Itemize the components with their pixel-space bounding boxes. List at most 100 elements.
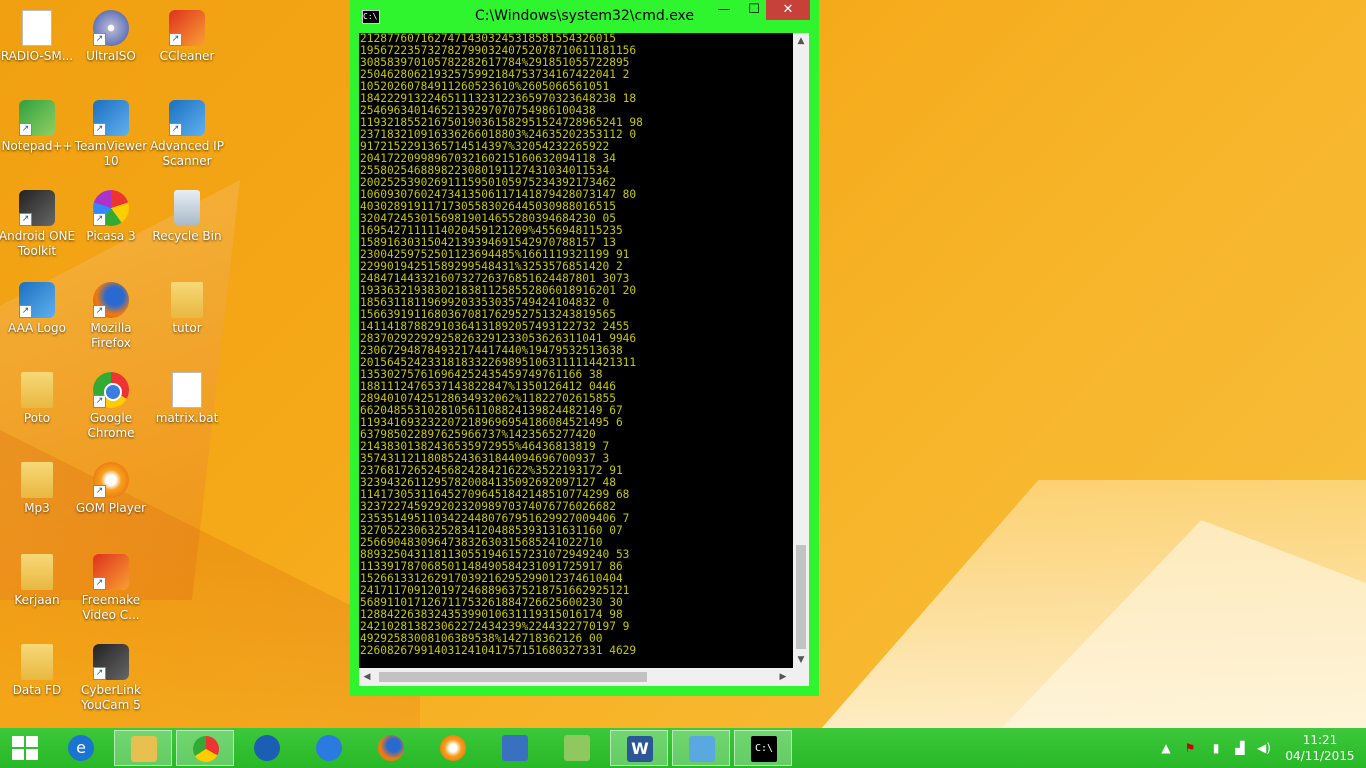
desktop-icon-google-chrome[interactable]: ↗ Google Chrome (71, 372, 151, 441)
notepadpp-icon: ↗ (19, 100, 55, 136)
taskbar-google-chrome[interactable] (176, 730, 234, 766)
scroll-left-icon[interactable]: ◀ (359, 668, 375, 686)
desktop-icon-label: GOM Player (75, 501, 147, 515)
aaa-logo-icon: ↗ (19, 282, 55, 318)
taskbar-app-blue-1[interactable] (238, 730, 296, 766)
taskbar-app-blue-2[interactable] (300, 730, 358, 766)
desktop-icon-label: RADIO-SM... (0, 49, 74, 63)
desktop-icon-label: Picasa 3 (86, 229, 136, 243)
taskbar-photos-app[interactable] (548, 730, 606, 766)
desktop-icon-mp3[interactable]: Mp3 (0, 462, 77, 516)
desktop-icon-label: Data FD (12, 683, 62, 697)
desktop-icon-matrix-bat[interactable]: matrix.bat (147, 372, 227, 426)
ip-scanner-icon: ↗ (169, 100, 205, 136)
desktop-icon-label: Notepad++ (1, 139, 73, 153)
desktop-icon-radio[interactable]: RADIO-SM... (0, 10, 77, 64)
internet-explorer-icon: e (68, 735, 94, 761)
power-icon[interactable]: ▮ (1206, 728, 1226, 768)
taskbar-cmd[interactable]: C:\ (734, 730, 792, 766)
desktop-icon-notepadpp[interactable]: ↗ Notepad++ (0, 100, 77, 154)
taskbar-internet-explorer[interactable]: e (52, 730, 110, 766)
desktop-icon-label: CyberLink YouCam 5 (81, 683, 141, 712)
taskbar-network-app[interactable] (486, 730, 544, 766)
wallpaper-shape (1000, 520, 1366, 730)
chrome-icon: ↗ (93, 372, 129, 408)
desktop-icon-aaa-logo[interactable]: ↗ AAA Logo (0, 282, 77, 336)
folder-icon (171, 282, 203, 318)
desktop-icon-teamviewer[interactable]: ↗ TeamViewer 10 (71, 100, 151, 169)
photos-icon (564, 735, 590, 761)
desktop-icon-label: Recycle Bin (152, 229, 222, 243)
taskbar-firefox[interactable] (362, 730, 420, 766)
desktop-icon-recycle-bin[interactable]: Recycle Bin (147, 190, 227, 244)
taskbar-file-explorer[interactable] (114, 730, 172, 766)
maximize-button[interactable]: ☐ (740, 0, 768, 20)
ccleaner-icon: ↗ (169, 10, 205, 46)
desktop-icon-kerjaan[interactable]: Kerjaan (0, 554, 77, 608)
desktop-icon-label: Google Chrome (87, 411, 135, 440)
freemake-icon: ↗ (93, 554, 129, 590)
desktop-icon-poto[interactable]: Poto (0, 372, 77, 426)
desktop-icon-label: Mozilla Firefox (90, 321, 132, 350)
console-area[interactable]: 21287760716274714303245318581554326015 1… (359, 33, 809, 668)
volume-icon[interactable]: ◀) (1254, 728, 1274, 768)
system-clock[interactable]: 11:21 04/11/2015 (1285, 732, 1355, 764)
console-output: 21287760716274714303245318581554326015 1… (360, 33, 643, 657)
folder-icon (21, 554, 53, 590)
scroll-right-icon[interactable]: ▶ (775, 668, 791, 686)
start-button[interactable] (0, 728, 50, 768)
title-bar[interactable]: C:\ C:\Windows\system32\cmd.exe — ☐ ✕ (350, 0, 819, 32)
clock-time: 11:21 (1302, 733, 1338, 747)
vertical-scrollbar[interactable]: ▲ ▼ (793, 33, 809, 668)
gom-player-icon: ↗ (93, 462, 129, 498)
desktop-icon-label: Freemake Video C... (81, 593, 141, 622)
app-icon (254, 735, 280, 761)
desktop-icon-data-fd[interactable]: Data FD (0, 644, 77, 698)
minimize-button[interactable]: — (710, 0, 738, 20)
desktop-icon-label: Mp3 (24, 501, 50, 515)
firefox-icon (378, 735, 404, 761)
scroll-up-icon[interactable]: ▲ (793, 33, 809, 49)
desktop-icon-label: AAA Logo (8, 321, 66, 335)
taskbar-gom-player[interactable] (424, 730, 482, 766)
cmd-window[interactable]: C:\ C:\Windows\system32\cmd.exe — ☐ ✕ 21… (350, 0, 819, 696)
word-icon: W (627, 736, 653, 762)
desktop-icon-firefox[interactable]: ↗ Mozilla Firefox (71, 282, 151, 351)
taskbar-notepad-app[interactable] (672, 730, 730, 766)
desktop-icon-label: Android ONE Toolkit (0, 229, 76, 258)
firefox-icon: ↗ (93, 282, 129, 318)
horizontal-scrollbar[interactable]: ◀ ▶ (359, 668, 809, 686)
chrome-icon (193, 736, 219, 762)
desktop-icon-picasa[interactable]: ↗ Picasa 3 (71, 190, 151, 244)
teamviewer-icon: ↗ (93, 100, 129, 136)
desktop-icon-cyberlink-youcam[interactable]: ↗ CyberLink YouCam 5 (71, 644, 151, 713)
desktop-icon-label: Advanced IP Scanner (150, 139, 224, 168)
ultraiso-icon: ↗ (93, 10, 129, 46)
network-signal-icon[interactable]: ▟ (1230, 728, 1250, 768)
taskbar: e W C:\ ▲ ⚑ ▮ ▟ ◀) 11:21 04/11/2015 (0, 728, 1366, 768)
horizontal-scroll-thumb[interactable] (379, 672, 647, 682)
windows-logo-icon (12, 736, 38, 760)
vertical-scroll-thumb[interactable] (796, 545, 806, 649)
desktop-icon-tutor[interactable]: tutor (147, 282, 227, 336)
folder-icon (21, 372, 53, 408)
desktop-icon-ultraiso[interactable]: ↗ UltraISO (71, 10, 151, 64)
desktop-icon-label: matrix.bat (155, 411, 219, 425)
taskbar-word[interactable]: W (610, 730, 668, 766)
gom-player-icon (440, 735, 466, 761)
folder-icon (21, 644, 53, 680)
desktop-icon-freemake[interactable]: ↗ Freemake Video C... (71, 554, 151, 623)
folder-icon (21, 462, 53, 498)
desktop-icon-label: UltraISO (86, 49, 136, 63)
show-hidden-icons-icon[interactable]: ▲ (1158, 728, 1174, 768)
action-center-flag-icon[interactable]: ⚑ (1180, 728, 1200, 768)
batch-file-icon (172, 372, 202, 408)
desktop-icon-ccleaner[interactable]: ↗ CCleaner (147, 10, 227, 64)
close-button[interactable]: ✕ (766, 0, 810, 20)
clock-date: 04/11/2015 (1285, 749, 1355, 763)
scroll-down-icon[interactable]: ▼ (793, 652, 809, 668)
youcam-icon: ↗ (93, 644, 129, 680)
desktop-icon-android-one-toolkit[interactable]: ↗ Android ONE Toolkit (0, 190, 77, 259)
desktop-icon-advanced-ip-scanner[interactable]: ↗ Advanced IP Scanner (147, 100, 227, 169)
desktop-icon-gom-player[interactable]: ↗ GOM Player (71, 462, 151, 516)
